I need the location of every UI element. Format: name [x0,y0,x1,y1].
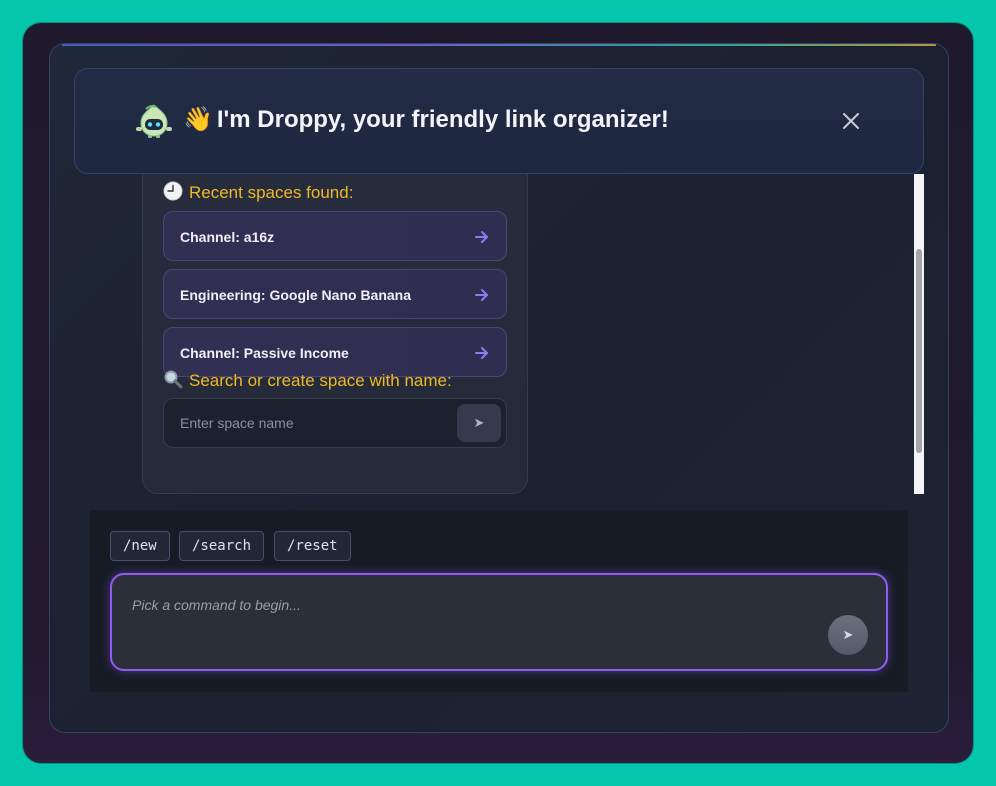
command-chip-search[interactable]: /search [179,531,265,561]
magnifier-icon [164,370,183,389]
scrollbar[interactable] [914,174,924,494]
message-scroll-area[interactable]: Recent spaces found: Channel: a16z Engin… [90,174,924,494]
recent-spaces-label: Recent spaces found: [163,181,353,203]
clock-icon [163,181,183,201]
command-chip-new[interactable]: /new [110,531,170,561]
space-item-label: Channel: Passive Income [180,345,349,361]
welcome-header: 👋 I'm Droppy, your friendly link organize… [74,68,924,174]
space-item-google-nano-banana[interactable]: Engineering: Google Nano Banana [163,269,507,319]
arrow-right-icon [475,347,488,359]
space-name-submit-button[interactable]: ➤ [457,404,501,442]
wave-emoji: 👋 [183,105,213,133]
bot-message-bubble: Recent spaces found: Channel: a16z Engin… [142,174,528,494]
send-button[interactable]: ➤ [828,615,868,655]
space-item-a16z[interactable]: Channel: a16z [163,211,507,261]
space-item-label: Channel: a16z [180,229,275,245]
composer-area: /new /search /reset ➤ [90,510,908,692]
space-item-label: Engineering: Google Nano Banana [180,287,412,303]
robot-mascot-icon [136,104,172,138]
header-title-text: I'm Droppy, your friendly link organizer… [216,106,669,133]
space-name-field: ➤ [163,398,507,448]
arrow-right-icon [475,231,488,243]
message-composer: ➤ [110,573,888,671]
scrollbar-thumb[interactable] [916,249,922,453]
header-title: 👋 I'm Droppy, your friendly link organize… [183,105,669,134]
space-name-input[interactable] [164,399,454,447]
panel-accent-line [62,44,936,46]
command-chip-reset[interactable]: /reset [274,531,351,561]
message-input[interactable] [112,575,812,635]
recent-spaces-text: Recent spaces found: [189,183,354,202]
arrow-right-icon [475,289,488,301]
search-create-text: Search or create space with name: [189,371,452,390]
search-create-label: Search or create space with name: [163,369,452,391]
close-icon[interactable] [837,107,865,135]
